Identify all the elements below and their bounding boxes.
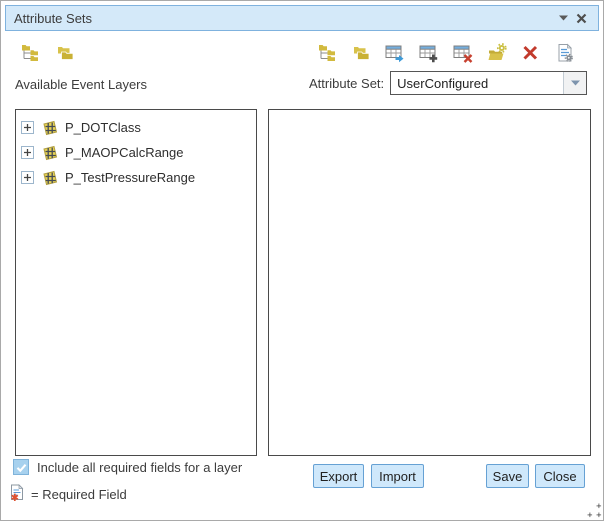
include-required-fields-label: Include all required fields for a layer xyxy=(37,460,242,475)
import-button[interactable]: Import xyxy=(371,464,424,488)
resize-grip[interactable] xyxy=(587,503,602,518)
attribute-sets-window: Attribute Sets Available Event Layers At… xyxy=(0,0,604,521)
layer-name: P_DOTClass xyxy=(65,120,141,135)
window-title: Attribute Sets xyxy=(14,11,554,26)
tree-item[interactable]: P_DOTClass xyxy=(16,115,256,140)
table-add-icon[interactable] xyxy=(418,42,439,63)
attribute-set-combobox[interactable]: UserConfigured xyxy=(390,71,587,95)
titlebar: Attribute Sets xyxy=(5,5,599,31)
export-button[interactable]: Export xyxy=(313,464,364,488)
attribute-set-label: Attribute Set: xyxy=(309,76,384,91)
expand-plus-icon[interactable] xyxy=(21,146,34,159)
available-event-layers-label: Available Event Layers xyxy=(15,77,147,92)
attribute-set-value: UserConfigured xyxy=(391,76,563,91)
tree-folders-icon[interactable] xyxy=(316,42,337,63)
delete-icon[interactable] xyxy=(520,42,541,63)
event-layer-icon xyxy=(41,145,59,161)
left-toolbar xyxy=(19,42,75,63)
attribute-set-list[interactable] xyxy=(268,109,591,456)
chevron-down-icon xyxy=(571,80,580,86)
required-field-legend-text: = Required Field xyxy=(31,487,127,502)
include-required-fields-checkbox[interactable] xyxy=(13,459,29,475)
save-button[interactable]: Save xyxy=(486,464,529,488)
required-field-icon xyxy=(10,484,25,505)
layer-name: P_TestPressureRange xyxy=(65,170,195,185)
close-icon[interactable] xyxy=(572,9,590,27)
stacked-folders-icon[interactable] xyxy=(350,42,371,63)
include-required-fields-row: Include all required fields for a layer xyxy=(13,459,242,475)
folder-settings-icon[interactable] xyxy=(486,42,507,63)
tree-item[interactable]: P_TestPressureRange xyxy=(16,165,256,190)
document-settings-icon[interactable] xyxy=(554,42,575,63)
combobox-dropdown-button[interactable] xyxy=(563,72,586,94)
collapse-panel-icon[interactable] xyxy=(554,9,572,27)
right-toolbar xyxy=(316,42,575,63)
expand-plus-icon[interactable] xyxy=(21,171,34,184)
tree-item[interactable]: P_MAOPCalcRange xyxy=(16,140,256,165)
attribute-set-row: Attribute Set: UserConfigured xyxy=(309,71,587,95)
layer-name: P_MAOPCalcRange xyxy=(65,145,184,160)
stacked-folders-icon[interactable] xyxy=(54,42,75,63)
close-button[interactable]: Close xyxy=(535,464,585,488)
tree-folders-icon[interactable] xyxy=(19,42,40,63)
expand-plus-icon[interactable] xyxy=(21,121,34,134)
required-field-legend: = Required Field xyxy=(10,484,127,505)
chevron-down-icon xyxy=(559,15,568,21)
checkmark-icon xyxy=(15,461,28,474)
event-layer-icon xyxy=(41,170,59,186)
event-layer-icon xyxy=(41,120,59,136)
table-export-icon[interactable] xyxy=(384,42,405,63)
table-remove-icon[interactable] xyxy=(452,42,473,63)
available-layers-list[interactable]: P_DOTClass P_MAOPCalcRange P_TestPressur… xyxy=(15,109,257,456)
